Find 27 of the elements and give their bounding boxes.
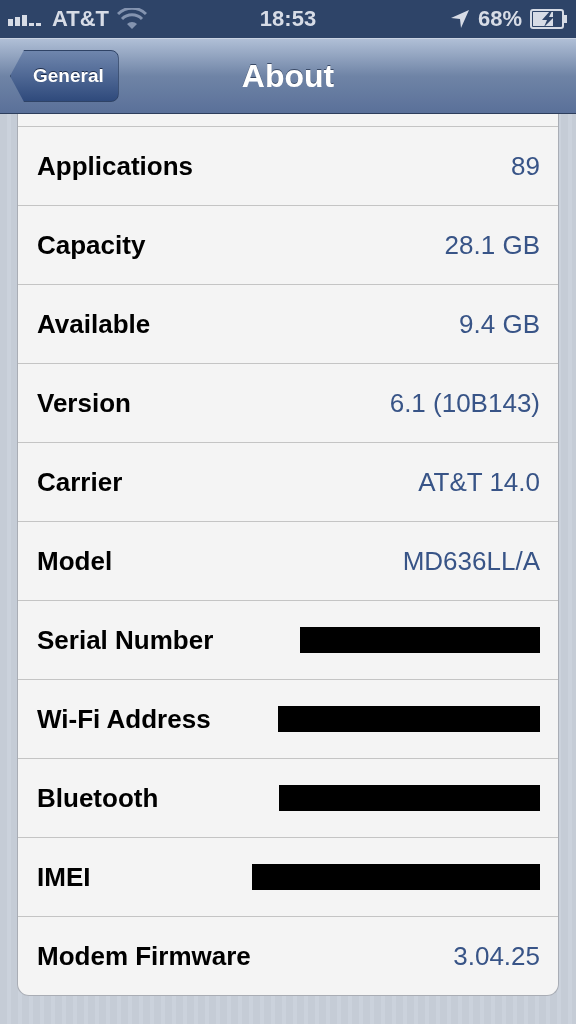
row-label: Available — [37, 308, 151, 340]
row-label: Capacity — [37, 229, 146, 261]
row-value: 9.4 GB — [459, 308, 540, 340]
row-label: Applications — [37, 150, 193, 182]
row-label: IMEI — [37, 861, 91, 893]
location-arrow-icon — [449, 9, 470, 29]
carrier-name: AT&T — [52, 6, 110, 32]
row-label: Version — [37, 387, 131, 419]
row-label: Carrier — [37, 466, 123, 498]
row-value: 3.04.25 — [453, 940, 540, 972]
row-value: 89 — [511, 150, 540, 182]
screen-title: About — [241, 57, 335, 95]
row-label: Model — [37, 545, 113, 577]
signal-icon — [8, 12, 44, 26]
back-button[interactable]: General — [10, 50, 119, 102]
row-value: 28.1 GB — [444, 229, 540, 261]
row-value: MD636LL/A — [402, 545, 540, 577]
row-label: Bluetooth — [37, 782, 159, 814]
wifi-icon — [117, 8, 148, 30]
row-label: Modem Firmware — [37, 940, 251, 972]
row-value: AT&T 14.0 — [418, 466, 540, 498]
clock: 18:53 — [259, 6, 317, 32]
row-value: 6.1 (10B143) — [389, 387, 540, 419]
battery-charging-icon — [530, 9, 568, 29]
battery-percent: 68% — [477, 6, 522, 32]
row-label: Wi-Fi Address — [37, 703, 211, 735]
row-label: Serial Number — [37, 624, 214, 656]
